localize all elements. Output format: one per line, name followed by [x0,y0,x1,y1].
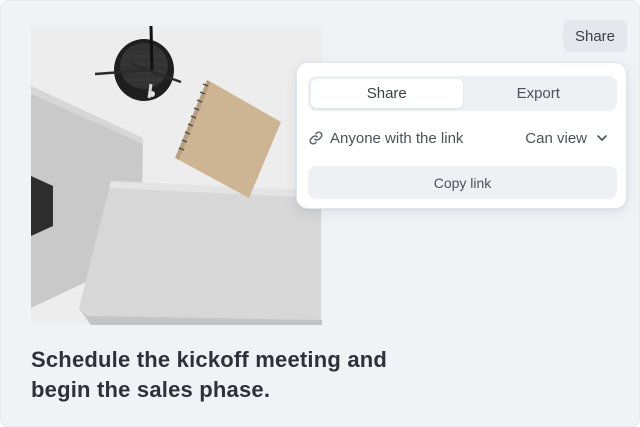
link-access-row: Anyone with the link Can view [308,123,617,153]
desk-photo [31,26,322,325]
permission-dropdown[interactable]: Can view [525,130,617,147]
headline: Schedule the kickoff meeting and begin t… [31,347,388,402]
copy-link-button[interactable]: Copy link [308,166,617,199]
chevron-down-icon [595,131,609,145]
card: Schedule the kickoff meeting and begin t… [0,0,640,427]
share-button[interactable]: Share [563,20,627,52]
share-export-tabs: Share Export [308,76,617,111]
tab-share[interactable]: Share [311,79,463,108]
permission-value: Can view [525,129,587,147]
access-label: Anyone with the link [330,129,464,147]
tab-export[interactable]: Export [463,79,615,108]
share-popover: Share Export Anyone with the link Can vi… [296,62,627,209]
link-icon [308,130,324,146]
